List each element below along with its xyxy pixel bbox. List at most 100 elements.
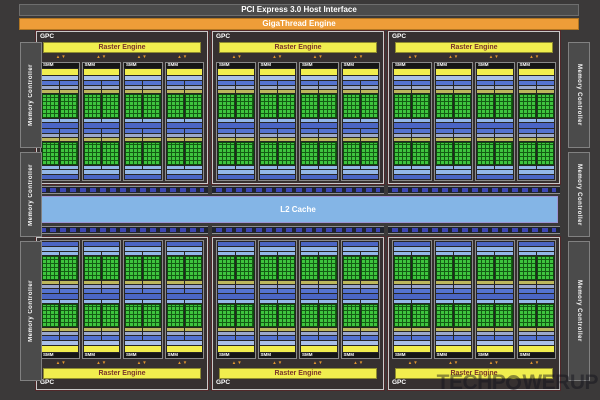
sm-label-text: SMM: [478, 62, 489, 68]
texture-units-bar: [518, 293, 554, 299]
cuda-core-grid: [259, 141, 277, 165]
warp-scheduler-bar: [518, 284, 536, 288]
register-file-bar: [536, 90, 554, 93]
shared-memory-bar: [218, 175, 254, 179]
texture-l1-cache-bar: [342, 247, 378, 251]
processing-block: [518, 252, 536, 293]
warp-scheduler-bar: [83, 284, 101, 288]
processing-block-row: [301, 81, 337, 122]
instruction-buffer-bar: [360, 81, 378, 85]
warp-scheduler-bar: [101, 86, 119, 89]
instruction-buffer-bar: [495, 288, 513, 293]
texture-units-bar: [166, 293, 202, 299]
register-file-bar: [453, 328, 471, 331]
warp-scheduler-bar: [236, 133, 254, 137]
processing-block: [166, 252, 184, 293]
sm-label: SMM: [41, 63, 79, 68]
instruction-buffer-bar: [412, 81, 430, 85]
processing-block: [101, 128, 119, 169]
instruction-cache-bar: [166, 341, 202, 345]
sm-unit: SMM: [392, 240, 432, 359]
warp-scheduler-bar: [125, 86, 143, 89]
texture-units-bar: [435, 122, 471, 128]
processing-block: [394, 81, 412, 122]
instruction-buffer-bar: [342, 81, 360, 85]
instruction-buffer-bar: [394, 128, 412, 133]
cuda-core-grid: [301, 94, 319, 118]
register-file-bar: [394, 280, 412, 284]
processing-block-row: [518, 252, 554, 293]
warp-scheduler-bar: [301, 284, 319, 288]
cuda-core-grid: [143, 94, 161, 118]
register-file-bar: [259, 137, 277, 141]
sm-row: SMM SMM SMM SMM: [392, 240, 556, 359]
register-file-bar: [435, 280, 453, 284]
cuda-core-grid: [412, 141, 430, 165]
instruction-buffer-bar: [319, 336, 337, 340]
cuda-core-grid: [143, 141, 161, 165]
instruction-buffer-bar: [259, 336, 277, 340]
instruction-buffer-bar: [412, 336, 430, 340]
gpc-label: GPC: [215, 380, 381, 387]
shared-memory-bar: [166, 175, 202, 179]
instruction-buffer-bar: [277, 81, 295, 85]
cuda-core-grid: [319, 141, 337, 165]
warp-scheduler-bar: [319, 86, 337, 89]
sm-row: SMM SMM SMM SMM: [216, 62, 380, 181]
texture-l1-cache-bar: [42, 170, 78, 174]
warp-scheduler-bar: [42, 332, 60, 335]
register-file-bar: [60, 328, 78, 331]
instruction-buffer-bar: [412, 288, 430, 293]
warp-scheduler-bar: [184, 133, 202, 137]
ldst-sfu-bar: [184, 299, 202, 303]
warp-scheduler-bar: [518, 332, 536, 335]
texture-l1-cache-bar: [301, 247, 337, 251]
texture-units-bar: [301, 122, 337, 128]
texture-l1-cache-bar: [42, 247, 78, 251]
cuda-core-grid: [360, 94, 378, 118]
cuda-core-grid: [184, 141, 202, 165]
register-file-bar: [301, 137, 319, 141]
warp-scheduler-bar: [236, 86, 254, 89]
warp-scheduler-bar: [143, 133, 161, 137]
processing-block: [236, 128, 254, 169]
warp-scheduler-bar: [412, 284, 430, 288]
texture-units-bar: [394, 122, 430, 128]
up-down-arrows-icon: ▲▼: [231, 360, 243, 366]
warp-scheduler-bar: [125, 332, 143, 335]
ldst-sfu-bar: [495, 299, 513, 303]
shared-memory-bar: [342, 242, 378, 246]
warp-scheduler-bar: [412, 332, 430, 335]
processing-block: [342, 252, 360, 293]
up-down-arrows-icon: ▲▼: [272, 54, 284, 60]
processing-block: [125, 299, 143, 340]
ldst-sfu-bar: [319, 118, 337, 122]
processing-block: [360, 252, 378, 293]
ldst-sfu-bar: [342, 299, 360, 303]
register-file-bar: [477, 328, 495, 331]
warp-scheduler-bar: [166, 284, 184, 288]
processing-block: [259, 81, 277, 122]
processing-block: [435, 128, 453, 169]
instruction-cache-bar: [394, 341, 430, 345]
polymorph-engine-bar: [518, 346, 554, 352]
instruction-buffer-bar: [301, 336, 319, 340]
processing-block-row: [435, 299, 471, 340]
processing-block-row: [42, 252, 78, 293]
instruction-buffer-bar: [42, 336, 60, 340]
register-file-bar: [342, 328, 360, 331]
processing-block-row: [477, 81, 513, 122]
texture-l1-cache-bar: [435, 170, 471, 174]
cuda-core-grid: [495, 303, 513, 327]
warp-scheduler-bar: [125, 284, 143, 288]
processing-block: [319, 81, 337, 122]
instruction-buffer-bar: [166, 81, 184, 85]
register-file-bar: [319, 137, 337, 141]
ldst-sfu-bar: [536, 118, 554, 122]
polymorph-engine-bar: [301, 346, 337, 352]
ldst-sfu-bar: [101, 118, 119, 122]
texture-l1-cache-bar: [518, 170, 554, 174]
cuda-core-grid: [301, 141, 319, 165]
warp-scheduler-bar: [218, 86, 236, 89]
instruction-buffer-bar: [477, 128, 495, 133]
